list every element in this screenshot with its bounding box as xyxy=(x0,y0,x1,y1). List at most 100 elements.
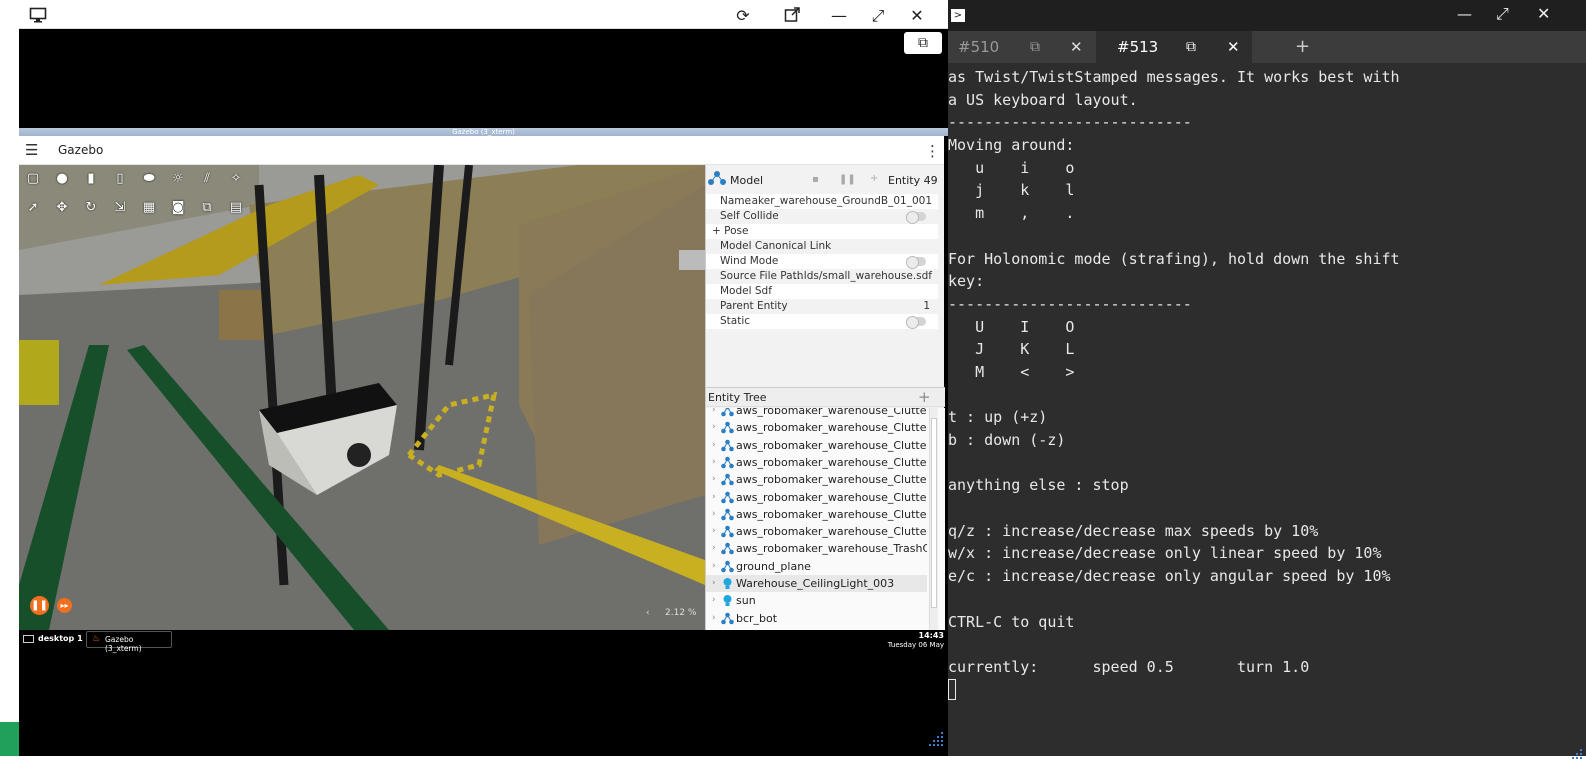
tab-close-icon[interactable]: ✕ xyxy=(1227,31,1240,63)
taskbar-app-button[interactable]: ♨ Gazebo (3_xterm) xyxy=(86,631,172,653)
terminal-line: key: xyxy=(948,272,985,291)
model-icon xyxy=(721,508,734,521)
maximize-icon[interactable]: ⤢ xyxy=(868,7,888,25)
box-shape-icon[interactable]: ▢ xyxy=(22,168,44,190)
entity-tree-item[interactable]: › sun xyxy=(706,592,927,609)
entity-tree-item[interactable]: › aws_robomaker_warehouse_Cluttering xyxy=(706,408,927,419)
self-collide-toggle[interactable] xyxy=(906,211,926,224)
expand-arrow-icon[interactable]: › xyxy=(712,540,716,557)
scale-mode-icon[interactable]: ⇲ xyxy=(109,197,131,219)
point-light-icon[interactable]: ☼ xyxy=(167,168,189,190)
expand-arrow-icon[interactable]: › xyxy=(712,575,716,592)
expand-arrow-icon[interactable]: › xyxy=(712,523,716,540)
terminal-line: e/c : increase/decrease only angular spe… xyxy=(948,567,1391,586)
3d-scene-viewport[interactable]: ▢ ● ▮ ▯ ⬬ ☼ ⫽ ✧ ➚ ✥ ↻ ⇲ ▦ ◙ ⧉ ▤ ❚❚ ▸▸ ‹ … xyxy=(19,165,705,630)
expand-arrow-icon[interactable]: › xyxy=(712,419,716,436)
refresh-icon[interactable]: ⟳ xyxy=(733,7,753,25)
tree-scrollbar[interactable] xyxy=(929,408,938,630)
remote-desktop-window: ⟳ — ⤢ ✕ ⧉ Gazebo (3_xterm) ☰ Gazebo ⋮ ▢ … xyxy=(19,3,948,756)
ellipsoid-shape-icon[interactable]: ⬬ xyxy=(138,168,160,190)
terminal-line: b : down (-z) xyxy=(948,431,1066,449)
restore-window-icon[interactable]: ⧉ xyxy=(904,32,942,54)
model-icon xyxy=(721,439,734,452)
property-self-collide: Self Collide xyxy=(706,209,938,224)
entity-tree-item[interactable]: › aws_robomaker_warehouse_Cluttering xyxy=(706,471,927,488)
app-title: Gazebo xyxy=(58,143,104,157)
component-inspector-panel: Model ▪ ❚❚ + Entity 49 Name ...aker_wareh… xyxy=(705,165,945,630)
expand-arrow-icon[interactable]: › xyxy=(712,454,716,471)
step-forward-button[interactable]: ▸▸ xyxy=(57,598,72,613)
terminal-tab-bar: #510 ⧉ ✕ #513 ⧉ ✕ + xyxy=(948,31,1586,63)
entity-tree-item[interactable]: › aws_robomaker_warehouse_Cluttering xyxy=(706,489,927,506)
add-component-icon[interactable]: + xyxy=(870,173,878,184)
terminal-output[interactable]: as Twist/TwistStamped messages. It works… xyxy=(948,66,1586,679)
expand-arrow-icon[interactable]: › xyxy=(712,471,716,488)
new-tab-button[interactable]: + xyxy=(1295,31,1310,63)
tab-popout-icon[interactable]: ⧉ xyxy=(1186,31,1196,63)
model-icon xyxy=(721,421,734,434)
entity-tree-header: Entity Tree + xyxy=(706,387,945,407)
terminal-maximize-icon[interactable]: ⤢ xyxy=(1496,4,1509,24)
translate-mode-icon[interactable]: ✥ xyxy=(51,197,73,219)
copy-icon[interactable]: ⧉ xyxy=(196,197,218,219)
lock-icon[interactable]: ▪ xyxy=(812,174,819,185)
grid-config-icon[interactable]: ▦ xyxy=(138,197,160,219)
cylinder-shape-icon[interactable]: ▮ xyxy=(80,168,102,190)
rotate-mode-icon[interactable]: ↻ xyxy=(80,197,102,219)
entity-tree-item[interactable]: › aws_robomaker_warehouse_Cluttering xyxy=(706,437,927,454)
entity-tree-item[interactable]: › ground_plane xyxy=(706,558,927,575)
rtf-collapse-icon[interactable]: ‹ xyxy=(646,608,650,618)
wind-mode-toggle[interactable] xyxy=(906,256,926,269)
directional-light-icon[interactable]: ⫽ xyxy=(196,168,218,190)
entity-tree-item[interactable]: › aws_robomaker_warehouse_TrashCanC xyxy=(706,540,927,557)
pause-button[interactable]: ❚❚ xyxy=(30,596,49,615)
sphere-shape-icon[interactable]: ● xyxy=(51,168,73,190)
entity-tree-item[interactable]: › Warehouse_CeilingLight_003 xyxy=(706,575,927,592)
desktop-label[interactable]: desktop 1 xyxy=(38,634,83,643)
terminal-line: Moving around: xyxy=(948,136,1075,155)
open-external-icon[interactable] xyxy=(782,7,802,25)
expand-arrow-icon[interactable]: › xyxy=(712,610,716,627)
terminal-minimize-icon[interactable]: — xyxy=(1457,5,1472,23)
entity-tree-item[interactable]: › bcr_bot xyxy=(706,610,927,627)
expand-arrow-icon[interactable]: › xyxy=(712,558,716,575)
model-icon xyxy=(721,491,734,504)
tab-popout-icon[interactable]: ⧉ xyxy=(1030,31,1040,63)
entity-name: aws_robomaker_warehouse_Cluttering xyxy=(736,473,927,487)
tab-513[interactable]: #513 ⧉ ✕ xyxy=(1096,31,1252,63)
expand-arrow-icon[interactable]: › xyxy=(712,592,716,609)
spot-light-icon[interactable]: ✧ xyxy=(225,168,247,190)
capsule-shape-icon[interactable]: ▯ xyxy=(109,168,131,190)
entity-tree-item[interactable]: › aws_robomaker_warehouse_Cluttering xyxy=(706,454,927,471)
add-entity-icon[interactable]: + xyxy=(918,388,931,406)
entity-name: aws_robomaker_warehouse_Cluttering xyxy=(736,525,927,539)
taskbar-app-label: Gazebo (3_xterm) xyxy=(105,635,142,653)
hamburger-menu-icon[interactable]: ☰ xyxy=(25,143,38,158)
kebab-menu-icon[interactable]: ⋮ xyxy=(925,142,940,160)
static-toggle[interactable] xyxy=(906,316,926,329)
expand-arrow-icon[interactable]: › xyxy=(712,437,716,454)
minimize-icon[interactable]: — xyxy=(829,7,849,25)
monitor-icon[interactable] xyxy=(28,7,48,25)
entity-tree-item[interactable]: › aws_robomaker_warehouse_Cluttering xyxy=(706,419,927,436)
resize-grip-icon[interactable] xyxy=(929,730,945,746)
screenshot-icon[interactable]: ◙ xyxy=(167,197,189,219)
terminal-close-icon[interactable]: ✕ xyxy=(1537,4,1550,23)
entity-name: aws_robomaker_warehouse_Cluttering xyxy=(736,490,927,504)
close-icon[interactable]: ✕ xyxy=(907,7,927,25)
terminal-line: j k l xyxy=(948,181,1075,200)
select-mode-icon[interactable]: ➚ xyxy=(22,197,44,219)
entity-tree-item[interactable]: › aws_robomaker_warehouse_Cluttering xyxy=(706,523,927,540)
model-icon xyxy=(721,560,734,573)
property-pose[interactable]: + Pose xyxy=(706,224,938,239)
expand-arrow-icon[interactable]: › xyxy=(712,506,716,523)
expand-arrow-icon[interactable]: › xyxy=(712,489,716,506)
terminal-resize-grip-icon[interactable] xyxy=(1572,744,1582,759)
tab-510[interactable]: #510 ⧉ ✕ xyxy=(948,31,1096,63)
tab-close-icon[interactable]: ✕ xyxy=(1070,31,1083,63)
pause-inspector-icon[interactable]: ❚❚ xyxy=(839,174,856,185)
paste-icon[interactable]: ▤ xyxy=(225,197,247,219)
entity-tree-item[interactable]: › aws_robomaker_warehouse_Cluttering xyxy=(706,506,927,523)
expand-arrow-icon[interactable]: › xyxy=(712,408,716,419)
